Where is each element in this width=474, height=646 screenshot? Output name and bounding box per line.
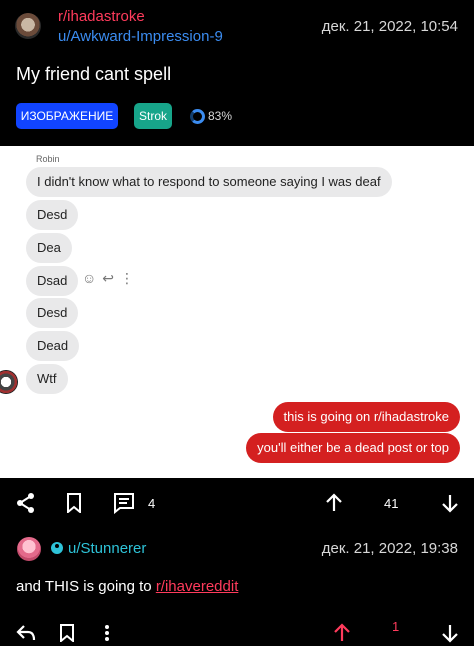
comments-icon[interactable] [112,491,136,515]
outgoing-message: you'll either be a dead post or top [246,433,460,463]
emoji-icon: ☺ [82,270,97,286]
comment-score: 1 [392,619,400,634]
incoming-message: I didn't know what to respond to someone… [26,167,392,197]
incoming-message: Desd [26,298,79,328]
incoming-message: Wtf [26,364,68,394]
comment-link[interactable]: r/ihavereddit [156,578,239,595]
more-icon: ⋮ [120,269,135,286]
post-image[interactable]: Robin I didn't know what to respond to s… [0,146,474,478]
subreddit-link[interactable]: r/ihadastroke [58,8,145,25]
commenter-avatar[interactable] [17,537,41,561]
incoming-message: Desd [26,200,79,230]
user-icon [51,542,63,554]
save-icon[interactable] [64,491,84,515]
comment: u/Stunnerer дек. 21, 2022, 19:38 and THI… [0,530,474,646]
post-score: 41 [384,496,399,511]
comment-count: 4 [148,496,156,511]
post-date: дек. 21, 2022, 10:54 [321,18,458,35]
post-header: r/ihadastroke u/Awkward-Impression-9 дек… [0,0,474,56]
sender-name: Robin [36,154,60,164]
reply-icon: ↩ [102,269,115,286]
downvote-icon[interactable] [438,491,462,515]
comment-author[interactable]: u/Stunnerer [68,540,146,557]
comment-text: and THIS is going to [16,578,156,595]
incoming-message: Dea [26,233,72,263]
upvote-ratio: 83% [190,107,232,125]
save-comment-icon[interactable] [58,621,76,645]
image-tag: ИЗОБРАЖЕНИЕ [16,103,118,129]
subreddit-avatar[interactable] [15,13,41,39]
comment-date: дек. 21, 2022, 19:38 [321,540,458,557]
comment-upvote-icon[interactable] [330,621,354,645]
reply-icon[interactable] [14,621,38,645]
comment-downvote-icon[interactable] [438,621,462,645]
post-title[interactable]: My friend cant spell [16,64,171,85]
author-link[interactable]: u/Awkward-Impression-9 [58,28,223,45]
comment-body: and THIS is going to r/ihavereddit [16,578,238,595]
sender-avatar [0,370,18,394]
more-options-icon[interactable] [98,621,116,645]
post-action-bar [0,480,474,526]
upvote-icon[interactable] [322,491,346,515]
outgoing-message: this is going on r/ihadastroke [272,402,460,432]
comment-action-bar [0,610,474,644]
message-actions: ☺ ↩ ⋮ [82,268,134,288]
ratio-ring-icon [190,108,205,124]
share-icon[interactable] [14,491,38,515]
upvote-ratio-value: 83% [208,109,233,123]
incoming-message: Dead [26,331,80,361]
flair-tag[interactable]: Strok [134,103,172,129]
incoming-message: Dsad [26,266,79,296]
